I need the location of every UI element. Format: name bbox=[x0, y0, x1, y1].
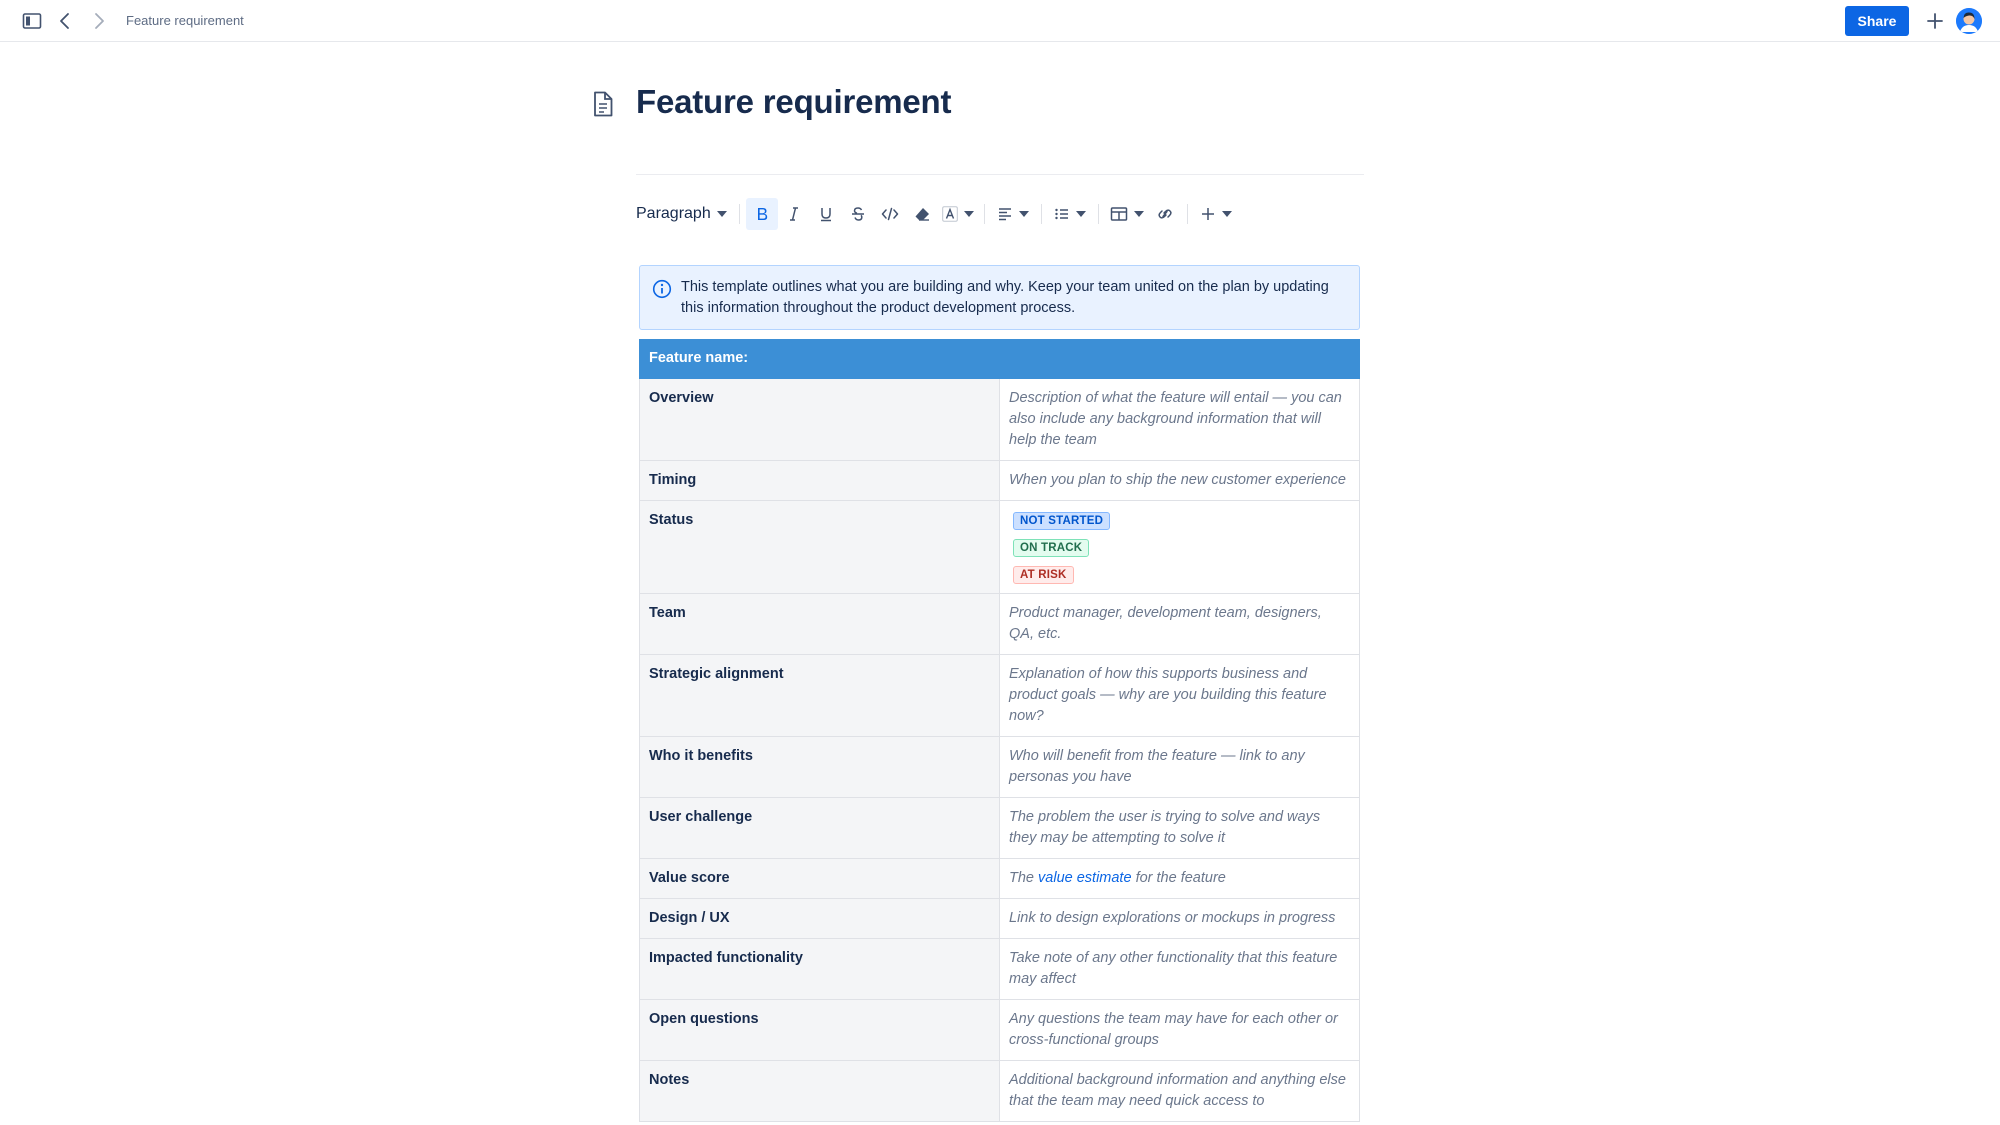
table-row: Strategic alignment Explanation of how t… bbox=[639, 654, 1360, 737]
table-row: Notes Additional background information … bbox=[639, 1060, 1360, 1122]
eraser-icon bbox=[915, 208, 929, 221]
row-value-impacted-functionality[interactable]: Take note of any other functionality tha… bbox=[999, 938, 1360, 1000]
link-button[interactable] bbox=[1149, 198, 1181, 230]
row-value-value-score[interactable]: The value estimate for the feature bbox=[999, 858, 1360, 899]
table-row: Timing When you plan to ship the new cus… bbox=[639, 460, 1360, 501]
forward-arrow-icon[interactable] bbox=[88, 10, 110, 32]
info-panel-text: This template outlines what you are buil… bbox=[681, 279, 1329, 316]
row-label-value-score[interactable]: Value score bbox=[639, 858, 1000, 899]
chevron-down-icon bbox=[716, 211, 727, 217]
italic-button[interactable] bbox=[778, 198, 810, 230]
table-row: User challenge The problem the user is t… bbox=[639, 797, 1360, 859]
chevron-down-icon bbox=[1221, 211, 1232, 217]
back-arrow-icon[interactable] bbox=[54, 10, 76, 32]
table-row: Impacted functionality Take note of any … bbox=[639, 938, 1360, 1000]
chevron-down-icon bbox=[1133, 211, 1144, 217]
page-title[interactable]: Feature requirement bbox=[636, 83, 951, 121]
bold-icon bbox=[757, 208, 767, 220]
top-bar: Feature requirement Share bbox=[0, 0, 2000, 42]
toolbar-divider bbox=[1186, 204, 1188, 224]
table-row: Overview Description of what the feature… bbox=[639, 378, 1360, 461]
strikethrough-icon bbox=[851, 207, 864, 221]
row-value-user-challenge[interactable]: The problem the user is trying to solve … bbox=[999, 797, 1360, 859]
table-dropdown[interactable] bbox=[1105, 198, 1149, 230]
paragraph-style-label: Paragraph bbox=[636, 205, 711, 222]
row-label-team[interactable]: Team bbox=[639, 593, 1000, 655]
row-label-design-ux[interactable]: Design / UX bbox=[639, 898, 1000, 939]
plus-icon[interactable] bbox=[1923, 9, 1947, 33]
row-value-status[interactable]: NOT STARTED ON TRACK AT RISK bbox=[999, 500, 1360, 594]
italic-icon bbox=[789, 207, 798, 221]
row-value-open-questions[interactable]: Any questions the team may have for each… bbox=[999, 999, 1360, 1061]
code-icon bbox=[881, 207, 898, 221]
row-label-strategic-alignment[interactable]: Strategic alignment bbox=[639, 654, 1000, 737]
clear-format-button[interactable] bbox=[906, 198, 938, 230]
row-label-notes[interactable]: Notes bbox=[639, 1060, 1000, 1122]
plus-icon bbox=[1201, 208, 1214, 220]
row-value-design-ux[interactable]: Link to design explorations or mockups i… bbox=[999, 898, 1360, 939]
row-value-who-it-benefits[interactable]: Who will benefit from the feature — link… bbox=[999, 736, 1360, 798]
align-left-icon bbox=[998, 208, 1011, 221]
toolbar-divider bbox=[1040, 204, 1042, 224]
link-icon bbox=[1158, 209, 1172, 219]
breadcrumb[interactable]: Feature requirement bbox=[126, 13, 244, 28]
toolbar-divider bbox=[1097, 204, 1099, 224]
info-icon bbox=[652, 279, 672, 299]
avatar[interactable] bbox=[1956, 8, 1982, 34]
chevron-down-icon bbox=[1018, 211, 1029, 217]
row-label-impacted-functionality[interactable]: Impacted functionality bbox=[639, 938, 1000, 1000]
status-badge-at-risk[interactable]: AT RISK bbox=[1013, 566, 1074, 584]
row-label-user-challenge[interactable]: User challenge bbox=[639, 797, 1000, 859]
row-value-timing[interactable]: When you plan to ship the new customer e… bbox=[999, 460, 1360, 501]
table-row: Open questions Any questions the team ma… bbox=[639, 999, 1360, 1061]
row-label-who-it-benefits[interactable]: Who it benefits bbox=[639, 736, 1000, 798]
alignment-dropdown[interactable] bbox=[991, 198, 1035, 230]
text-color-icon bbox=[941, 206, 958, 222]
value-estimate-link[interactable]: value estimate bbox=[1038, 870, 1132, 886]
feature-name-header[interactable]: Feature name: bbox=[639, 339, 1360, 379]
underline-button[interactable] bbox=[810, 198, 842, 230]
value-score-prefix: The bbox=[1009, 870, 1034, 886]
paragraph-style-dropdown[interactable]: Paragraph bbox=[636, 198, 733, 230]
row-label-overview[interactable]: Overview bbox=[639, 378, 1000, 461]
table-row: Design / UX Link to design explorations … bbox=[639, 898, 1360, 939]
info-panel: This template outlines what you are buil… bbox=[639, 265, 1360, 330]
share-button[interactable]: Share bbox=[1845, 6, 1909, 36]
status-badge-not-started[interactable]: NOT STARTED bbox=[1013, 512, 1111, 530]
row-label-status[interactable]: Status bbox=[639, 500, 1000, 594]
code-button[interactable] bbox=[874, 198, 906, 230]
row-value-notes[interactable]: Additional background information and an… bbox=[999, 1060, 1360, 1122]
strikethrough-button[interactable] bbox=[842, 198, 874, 230]
row-label-timing[interactable]: Timing bbox=[639, 460, 1000, 501]
toolbar-divider bbox=[983, 204, 985, 224]
row-label-open-questions[interactable]: Open questions bbox=[639, 999, 1000, 1061]
bullet-list-icon bbox=[1055, 208, 1068, 220]
toolbar-divider bbox=[738, 204, 740, 224]
row-value-strategic-alignment[interactable]: Explanation of how this supports busines… bbox=[999, 654, 1360, 737]
chevron-down-icon bbox=[963, 211, 974, 217]
underline-icon bbox=[820, 208, 831, 222]
status-badge-on-track[interactable]: ON TRACK bbox=[1013, 539, 1090, 557]
document-icon bbox=[592, 91, 616, 119]
chevron-down-icon bbox=[1075, 211, 1086, 217]
sidebar-toggle-icon[interactable] bbox=[21, 10, 43, 32]
row-value-overview[interactable]: Description of what the feature will ent… bbox=[999, 378, 1360, 461]
table-row: Team Product manager, development team, … bbox=[639, 593, 1360, 655]
list-dropdown[interactable] bbox=[1048, 198, 1092, 230]
insert-dropdown[interactable] bbox=[1194, 198, 1238, 230]
text-color-dropdown[interactable] bbox=[938, 198, 978, 230]
value-score-suffix: for the feature bbox=[1135, 870, 1226, 886]
divider bbox=[636, 174, 1364, 175]
table-header-row: Feature name: bbox=[639, 339, 1360, 379]
table-icon bbox=[1110, 207, 1127, 221]
editor-toolbar: Paragraph bbox=[636, 198, 1238, 230]
bold-button[interactable] bbox=[745, 198, 778, 230]
row-value-team[interactable]: Product manager, development team, desig… bbox=[999, 593, 1360, 655]
feature-table: Feature name: Overview Description of wh… bbox=[639, 339, 1360, 1122]
table-row: Who it benefits Who will benefit from th… bbox=[639, 736, 1360, 798]
table-row: Status NOT STARTED ON TRACK AT RISK bbox=[639, 500, 1360, 594]
table-row: Value score The value estimate for the f… bbox=[639, 858, 1360, 899]
